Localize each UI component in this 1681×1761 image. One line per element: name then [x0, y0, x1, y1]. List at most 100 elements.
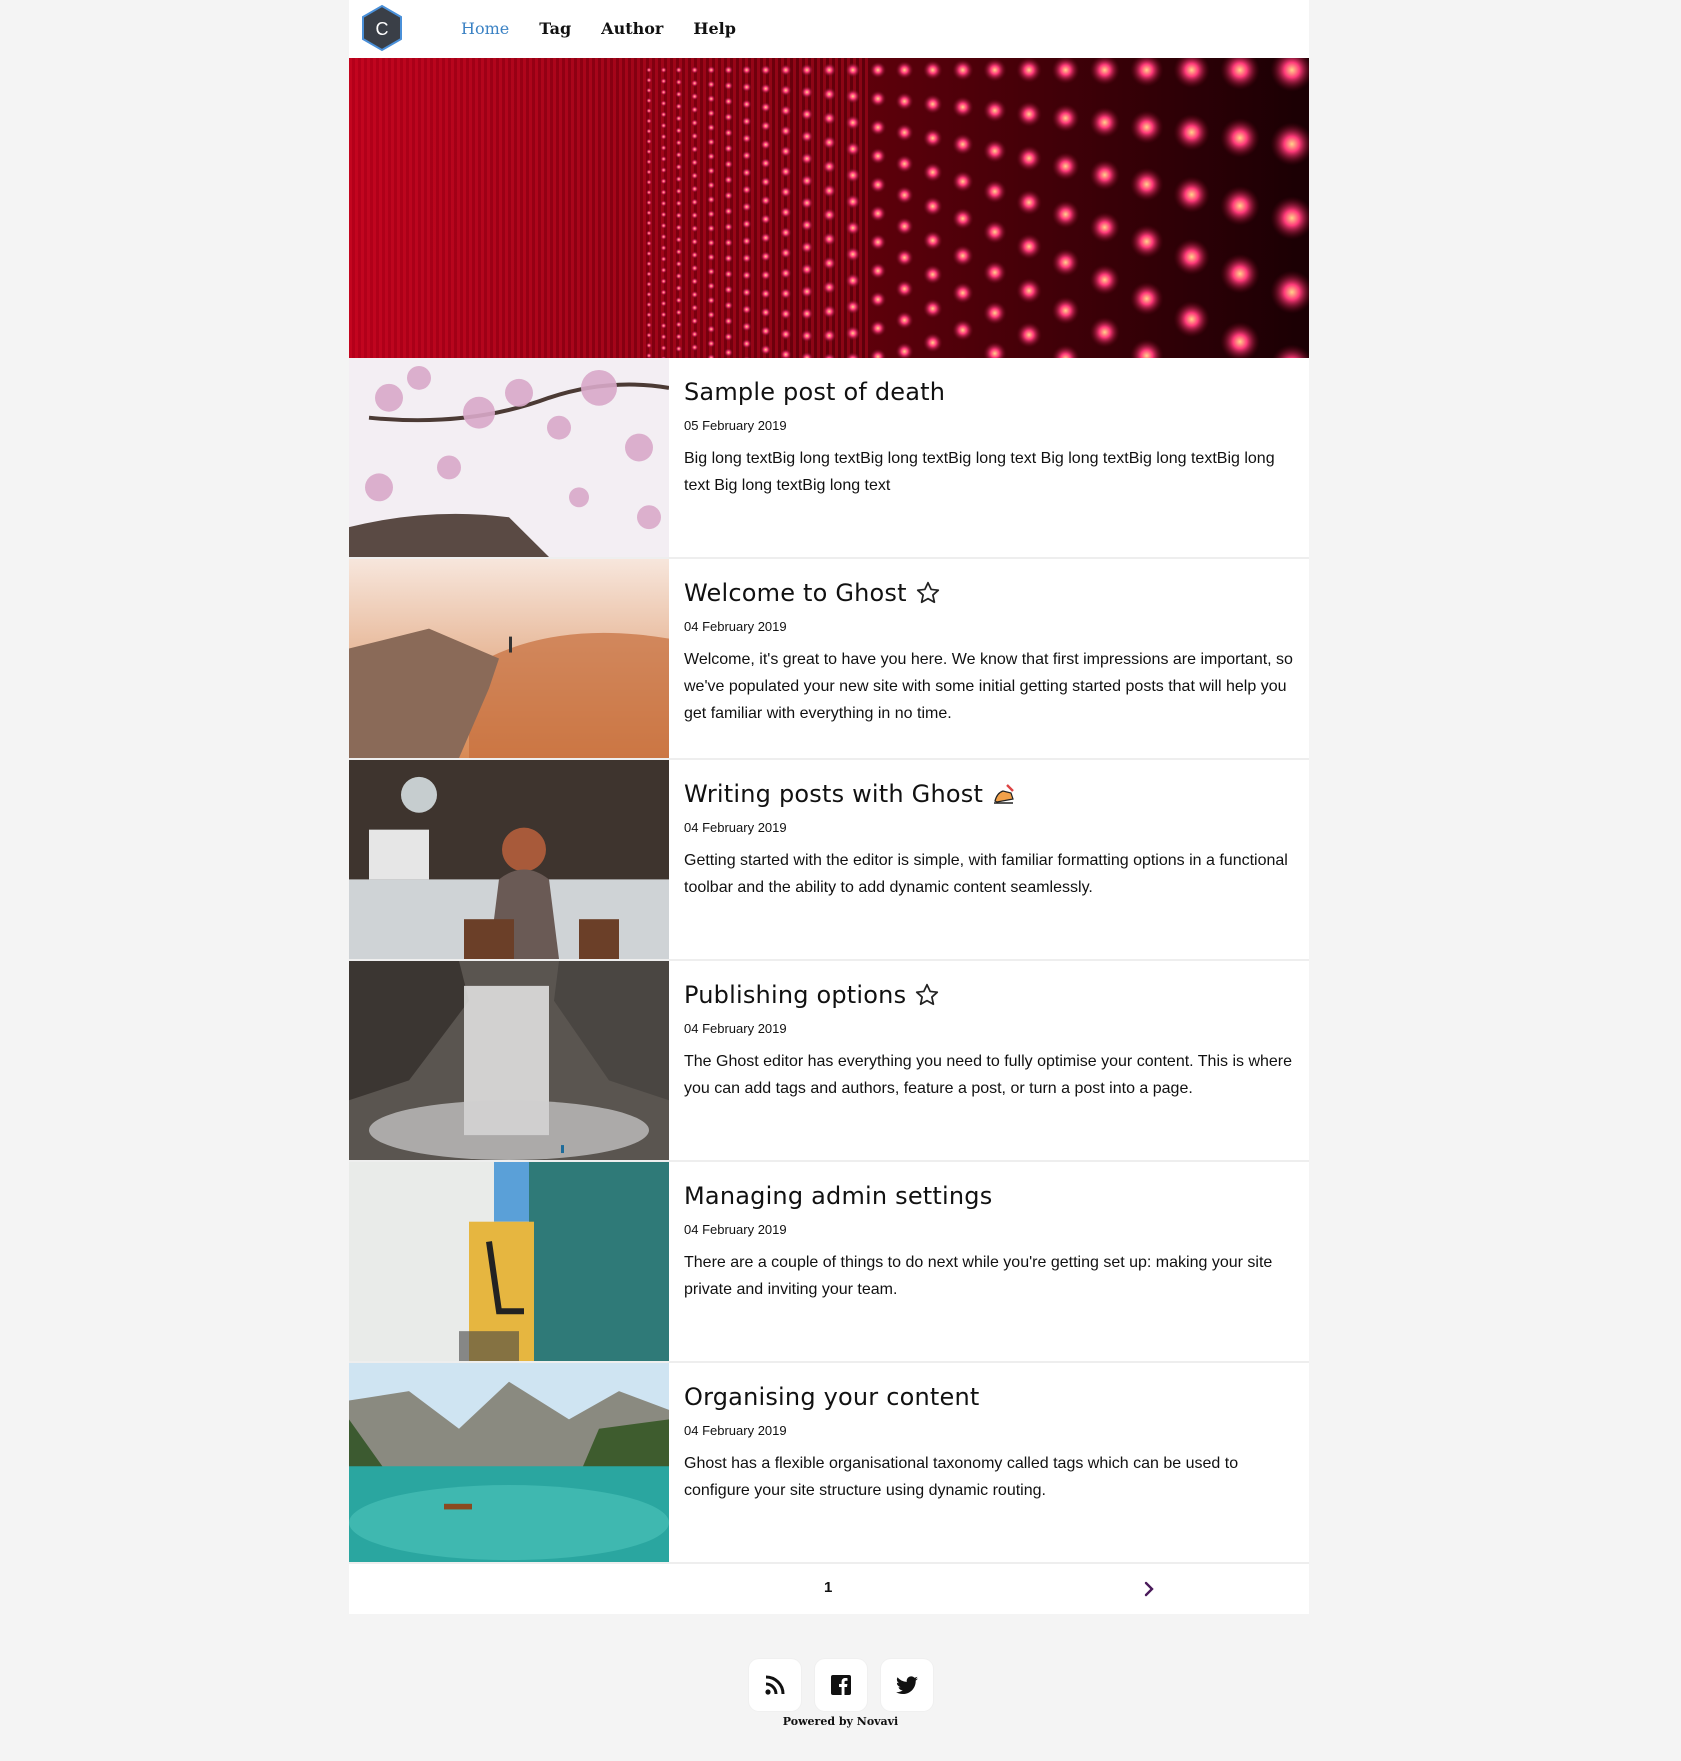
- post-thumbnail-cliff[interactable]: [349, 559, 669, 758]
- post-title[interactable]: Writing posts with Ghost: [684, 780, 1293, 808]
- post-thumbnail-hangout-sign[interactable]: [349, 1162, 669, 1361]
- led-dot: [646, 220, 652, 226]
- led-dot: [690, 184, 699, 193]
- rss-button[interactable]: [748, 1659, 801, 1711]
- led-dot: [822, 111, 837, 126]
- post-title[interactable]: Organising your content: [684, 1383, 1293, 1411]
- nav-item-home[interactable]: Home: [461, 19, 509, 38]
- led-dot: [660, 177, 667, 185]
- led-dot: [723, 143, 734, 154]
- top-nav: C Home Tag Author Help: [349, 0, 1309, 58]
- hero-image: [349, 58, 1309, 358]
- led-dot: [660, 344, 667, 352]
- led-dot: [1016, 321, 1043, 348]
- post-thumbnail-cherry-blossom[interactable]: [349, 358, 669, 557]
- led-dot: [690, 277, 699, 286]
- led-dot: [982, 220, 1007, 244]
- led-dot: [741, 287, 752, 298]
- nav-item-tag[interactable]: Tag: [539, 19, 571, 38]
- led-dot: [675, 223, 683, 232]
- led-dot: [690, 92, 699, 101]
- nav-item-help[interactable]: Help: [693, 19, 736, 38]
- led-dot: [690, 251, 699, 259]
- logo-icon[interactable]: C: [361, 4, 403, 52]
- led-dot: [646, 332, 652, 339]
- led-dot: [1051, 248, 1080, 277]
- led-dot: [922, 162, 943, 183]
- chevron-right-icon[interactable]: [1139, 1579, 1159, 1599]
- post-card[interactable]: Managing admin settings 04 February 2019…: [349, 1162, 1309, 1363]
- post-title[interactable]: Managing admin settings: [684, 1182, 1293, 1210]
- post-thumbnail-mountain-lake[interactable]: [349, 1363, 669, 1562]
- led-dot: [660, 333, 667, 341]
- led-dot: [690, 290, 699, 299]
- led-dot: [723, 96, 734, 107]
- led-dot: [706, 152, 716, 161]
- pagination: 1: [349, 1564, 1309, 1614]
- led-dot: [646, 169, 652, 175]
- post-title[interactable]: Publishing options: [684, 981, 1293, 1009]
- post-body: Managing admin settings 04 February 2019…: [669, 1162, 1309, 1361]
- led-dot: [779, 307, 792, 320]
- led-dot: [922, 128, 943, 149]
- led-dot: [822, 62, 837, 78]
- led-dot: [760, 213, 772, 225]
- post-card[interactable]: Writing posts with Ghost 04 February 201…: [349, 760, 1309, 961]
- post-card[interactable]: Publishing options 04 February 2019 The …: [349, 961, 1309, 1162]
- led-dot: [822, 207, 837, 222]
- led-dot: [741, 236, 752, 247]
- led-dot: [895, 310, 914, 330]
- led-dot: [646, 118, 652, 124]
- led-dot: [646, 342, 652, 349]
- post-thumbnail-waterfall[interactable]: [349, 961, 669, 1160]
- led-dot: [1089, 107, 1121, 138]
- led-dot: [675, 102, 683, 110]
- post-title[interactable]: Sample post of death: [684, 378, 1293, 406]
- led-dot: [951, 170, 974, 193]
- facebook-button[interactable]: [814, 1659, 867, 1711]
- post-date: 04 February 2019: [684, 1021, 787, 1036]
- led-dot: [760, 157, 772, 169]
- led-dot: [690, 118, 699, 127]
- led-dot: [646, 301, 652, 308]
- led-dot: [822, 304, 837, 319]
- led-dot: [706, 195, 716, 204]
- led-dot: [660, 222, 667, 229]
- led-dot: [675, 90, 683, 98]
- led-dot: [690, 211, 699, 220]
- post-card[interactable]: Organising your content 04 February 2019…: [349, 1363, 1309, 1564]
- led-dot: [675, 296, 683, 304]
- led-dot: [822, 280, 837, 295]
- post-thumbnail-cafe[interactable]: [349, 760, 669, 959]
- led-dot: [675, 260, 683, 268]
- led-dot: [869, 205, 887, 222]
- twitter-button[interactable]: [880, 1659, 933, 1711]
- led-dot: [779, 246, 792, 259]
- post-card[interactable]: Welcome to Ghost 04 February 2019 Welcom…: [349, 559, 1309, 760]
- led-dot: [1129, 167, 1164, 202]
- social-links: [0, 1659, 1681, 1711]
- led-dot: [675, 187, 683, 195]
- hero-led-wall-image: [349, 58, 1309, 358]
- led-dot: [723, 269, 734, 279]
- led-dot: [706, 137, 716, 147]
- led-dot: [760, 306, 772, 318]
- led-dot: [660, 144, 667, 152]
- led-dot: [800, 329, 814, 343]
- led-dot: [646, 179, 652, 186]
- led-dot: [779, 84, 792, 97]
- led-dot: [675, 78, 683, 86]
- post-card[interactable]: Sample post of death 05 February 2019 Bi…: [349, 358, 1309, 559]
- rss-icon: [764, 1675, 784, 1695]
- nav-item-author[interactable]: Author: [601, 19, 663, 38]
- post-title[interactable]: Welcome to Ghost: [684, 579, 1293, 607]
- led-dot: [845, 299, 861, 315]
- led-dot: [723, 112, 734, 122]
- led-dot: [741, 116, 752, 127]
- led-dot: [800, 240, 814, 254]
- post-excerpt: Welcome, it's great to have you here. We…: [684, 651, 1293, 722]
- led-dot: [822, 328, 837, 343]
- led-dot: [951, 59, 974, 81]
- led-dot: [646, 250, 652, 257]
- led-dot: [1129, 110, 1164, 144]
